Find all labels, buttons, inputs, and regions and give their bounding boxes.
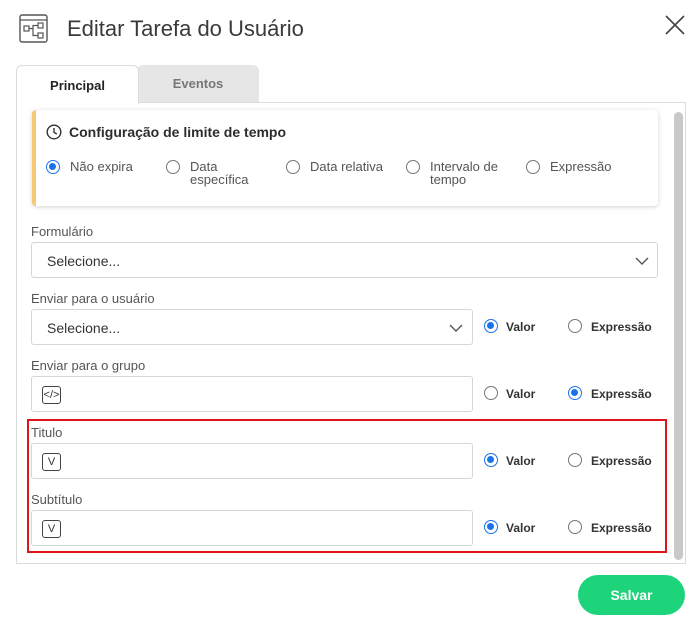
radio-expressao[interactable]	[526, 160, 540, 174]
usuario-radio-valor[interactable]	[484, 319, 498, 333]
tab-eventos[interactable]: Eventos	[137, 65, 259, 102]
option-intervalo-line2: tempo	[430, 172, 467, 187]
formulario-label: Formulário	[31, 224, 94, 239]
option-data-especifica-line2: específica	[190, 172, 249, 187]
grupo-radio-expressao[interactable]	[568, 386, 582, 400]
formulario-value: Selecione...	[47, 253, 121, 269]
radio-data-especifica[interactable]	[166, 160, 180, 174]
usuario-value: Selecione...	[47, 320, 121, 336]
code-icon: </>	[42, 386, 61, 404]
radio-nao-expira[interactable]	[46, 160, 60, 174]
option-data-relativa: Data relativa	[310, 159, 383, 174]
grupo-radio-valor[interactable]	[484, 386, 498, 400]
usuario-select[interactable]: Selecione...	[31, 309, 473, 345]
usuario-expressao-label: Expressão	[591, 320, 652, 334]
formulario-select[interactable]: Selecione...	[31, 242, 658, 278]
dialog-title: Editar Tarefa do Usuário	[67, 16, 304, 41]
workflow-icon	[19, 14, 48, 43]
chevron-down-icon	[635, 257, 649, 265]
tab-principal[interactable]: Principal	[16, 65, 139, 104]
grupo-valor-label: Valor	[506, 387, 536, 401]
usuario-valor-label: Valor	[506, 320, 536, 334]
clock-icon	[46, 124, 62, 140]
highlight-box	[27, 419, 667, 553]
card-accent	[32, 110, 36, 206]
radio-intervalo[interactable]	[406, 160, 420, 174]
close-icon[interactable]	[664, 14, 686, 36]
option-nao-expira: Não expira	[70, 159, 133, 174]
scrollbar[interactable]	[674, 112, 683, 560]
grupo-input[interactable]: </>	[31, 376, 473, 412]
time-limit-card: Configuração de limite de tempo Não expi…	[32, 110, 658, 206]
usuario-label: Enviar para o usuário	[31, 291, 155, 306]
radio-data-relativa[interactable]	[286, 160, 300, 174]
option-expressao: Expressão	[550, 159, 612, 174]
chevron-down-icon	[449, 324, 463, 332]
time-limit-title: Configuração de limite de tempo	[69, 124, 287, 140]
grupo-expressao-label: Expressão	[591, 387, 652, 401]
grupo-label: Enviar para o grupo	[31, 358, 146, 373]
usuario-radio-expressao[interactable]	[568, 319, 582, 333]
save-button[interactable]: Salvar	[578, 575, 685, 615]
